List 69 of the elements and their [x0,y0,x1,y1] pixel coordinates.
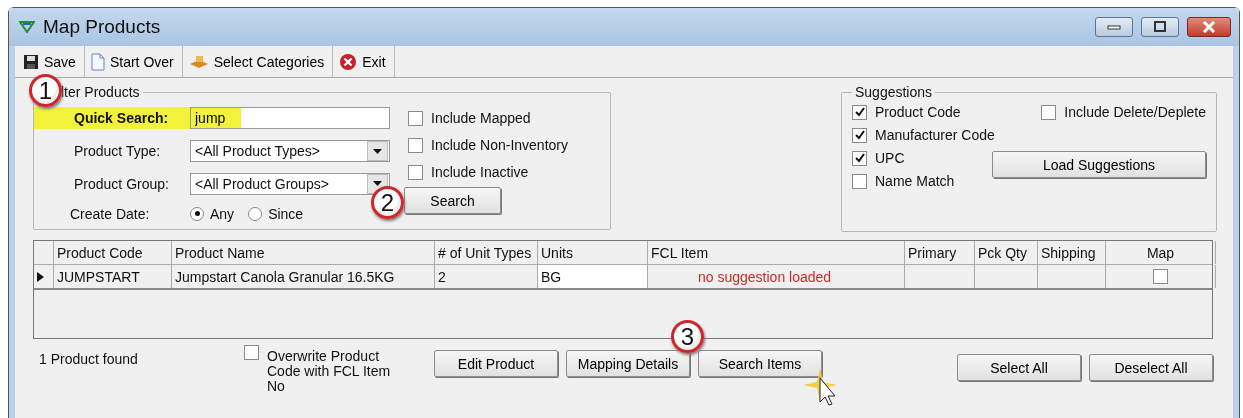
maximize-button[interactable] [1141,17,1179,37]
checkbox[interactable] [408,137,423,153]
radio-button[interactable] [190,206,204,221]
radio-label: Any [210,205,235,222]
checkbox-label: Include Non-Inventory [431,137,568,153]
column-header[interactable]: Shipping [1038,241,1106,264]
callout-number: 1 [29,74,62,107]
checkbox-label: Manufacturer Code [875,127,995,143]
minimize-icon [1107,24,1121,30]
checkbox-label: UPC [875,150,905,166]
product-group-dropdown[interactable]: <All Product Groups> [190,172,390,195]
column-header[interactable]: Map [1106,241,1216,264]
minimize-button[interactable] [1095,17,1133,37]
radio-button[interactable] [248,206,263,221]
close-icon [1202,21,1216,33]
checkbox-label: Product Code [875,104,961,120]
action-button[interactable]: Deselect All [1089,354,1213,381]
checkbox[interactable] [408,164,423,180]
column-header[interactable]: Primary [905,241,975,264]
field-label: Product Group: [73,175,170,192]
checkbox[interactable] [852,127,867,143]
group-title: lter Products [60,84,141,100]
product-type-dropdown[interactable]: <All Product Types> [190,140,390,163]
column-header[interactable]: Pck Qty [975,241,1038,264]
action-button[interactable]: Mapping Details [566,350,690,377]
column-header[interactable]: Product Code [54,241,172,264]
field-label: Product Type: [73,143,162,160]
toolbar-button[interactable]: Exit [333,46,395,77]
action-button[interactable]: Search Items [698,350,822,377]
table-cell: Jumpstart Canola Granular 16.5KG [172,265,435,288]
close-icon [339,52,358,71]
checkbox[interactable] [852,104,867,120]
page-icon [90,52,105,71]
table-cell: no suggestion loaded [648,265,905,288]
column-header[interactable]: Units [538,241,648,264]
map-checkbox[interactable] [1153,269,1168,284]
group-title: Suggestions [854,84,934,100]
checkbox-label: Name Match [875,173,955,189]
checkbox[interactable] [408,110,423,126]
column-header[interactable]: FCL Item [648,241,905,264]
load-suggestions-button[interactable]: Load Suggestions [992,151,1206,178]
checkbox-label: Overwrite Product Code with FCL Item No [267,347,392,394]
table-cell: BG [538,265,648,288]
radio-label: Since [268,205,304,222]
toolbar-button[interactable]: Start Over [84,46,183,77]
column-header[interactable]: Product Name [172,241,435,264]
checkbox-label: Include Delete/Deplete [1064,104,1206,120]
caret-icon [373,148,382,154]
quick-search-field[interactable]: jump [190,107,390,130]
checkbox[interactable] [1041,104,1057,120]
checkbox[interactable] [852,150,867,166]
table-cell: JUMPSTART [54,265,172,288]
checkbox-label: Include Inactive [431,164,529,180]
status-text: 1 Product found [39,350,139,369]
checkbox-label: Include Mapped [431,110,531,126]
checkbox[interactable] [852,173,867,189]
field-label: Create Date: [69,205,151,222]
callout-number: 2 [371,186,404,219]
app-logo-icon [19,21,35,33]
maximize-icon [1153,21,1167,33]
column-header[interactable]: # of Unit Types [435,241,538,264]
close-button[interactable] [1187,17,1231,37]
window-title: Map Products [43,16,162,38]
action-button[interactable]: Select All [957,354,1081,381]
action-button[interactable]: Edit Product [434,350,558,377]
checkbox[interactable] [244,345,259,360]
field-label: Quick Search: [34,107,190,130]
search-button[interactable]: Search [404,187,501,214]
toolbar-button[interactable]: Select Categories [182,46,334,77]
